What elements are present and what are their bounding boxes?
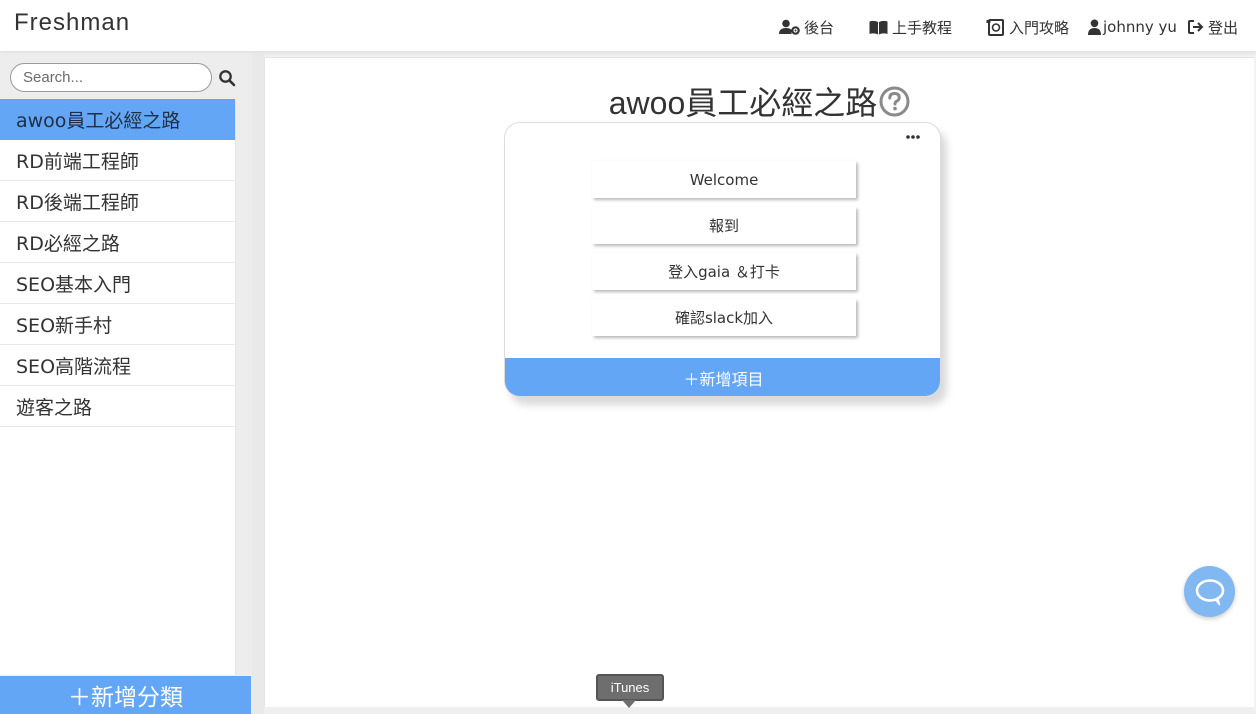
brand-logo[interactable]: Freshman	[14, 9, 130, 37]
step-item-gaia-login[interactable]: 登入gaia ＆打卡	[592, 253, 856, 290]
category-list: awoo員工必經之路 RD前端工程師 RD後端工程師 RD必經之路 SEO基本入…	[0, 99, 236, 675]
nav-admin-label: 後台	[804, 18, 835, 37]
nav-guide[interactable]: 入門攻略	[986, 16, 1069, 38]
category-item-visitor[interactable]: 遊客之路	[0, 386, 235, 427]
sidebar: awoo員工必經之路 RD前端工程師 RD後端工程師 RD必經之路 SEO基本入…	[0, 53, 252, 714]
category-item-seo-newbie[interactable]: SEO新手村	[0, 304, 235, 345]
nav-tutorial[interactable]: 上手教程	[869, 16, 952, 38]
nav-logout[interactable]: 登出	[1188, 16, 1238, 38]
page-title-row: awoo員工必經之路	[265, 78, 1254, 124]
nav-admin[interactable]: 後台	[779, 16, 834, 38]
category-item-rd-backend[interactable]: RD後端工程師	[0, 181, 235, 222]
tooltip-arrow	[622, 700, 636, 708]
nav-guide-label: 入門攻略	[1009, 18, 1070, 37]
ellipsis-icon[interactable]	[906, 133, 920, 141]
nav-user[interactable]: johnny yu	[1088, 16, 1177, 38]
chat-button[interactable]	[1184, 566, 1235, 617]
add-item-button[interactable]: ＋新增項目	[505, 358, 940, 396]
top-navbar: Freshman 後台 上手教程 入門攻略 johnny yu 登出	[0, 0, 1256, 52]
nav-user-label: johnny yu	[1103, 18, 1177, 36]
page-title: awoo員工必經之路	[608, 85, 878, 121]
step-item-welcome[interactable]: Welcome	[592, 161, 856, 198]
category-item-seo-basic[interactable]: SEO基本入門	[0, 263, 235, 304]
main-bottom-edge	[264, 707, 1254, 714]
question-circle-icon[interactable]	[879, 86, 910, 117]
sidebar-divider	[252, 53, 264, 714]
user-gear-icon	[779, 19, 800, 35]
search-icon[interactable]	[218, 69, 236, 87]
search-input[interactable]	[10, 63, 212, 92]
nav-logout-label: 登出	[1208, 18, 1239, 37]
category-item-rd-frontend[interactable]: RD前端工程師	[0, 140, 235, 181]
sign-out-icon	[1188, 20, 1204, 34]
search-box	[10, 63, 242, 93]
dock-tooltip: iTunes	[596, 674, 664, 701]
category-item-awoo[interactable]: awoo員工必經之路	[0, 99, 235, 140]
step-item-checkin[interactable]: 報到	[592, 207, 856, 244]
nav-tutorial-label: 上手教程	[892, 18, 953, 37]
category-item-seo-advanced[interactable]: SEO高階流程	[0, 345, 235, 386]
book-open-icon	[869, 20, 888, 34]
steps-card: Welcome 報到 登入gaia ＆打卡 確認slack加入 ＋新增項目	[504, 122, 941, 397]
chat-bubble-icon	[1195, 578, 1224, 605]
category-item-rd-path[interactable]: RD必經之路	[0, 222, 235, 263]
user-icon	[1088, 19, 1101, 35]
main-content: awoo員工必經之路 Welcome 報到 登入gaia ＆打卡 確認slack…	[264, 57, 1254, 707]
add-category-button[interactable]: ＋新增分類	[0, 676, 251, 714]
book-atlas-icon	[986, 18, 1004, 36]
step-item-slack[interactable]: 確認slack加入	[592, 299, 856, 336]
